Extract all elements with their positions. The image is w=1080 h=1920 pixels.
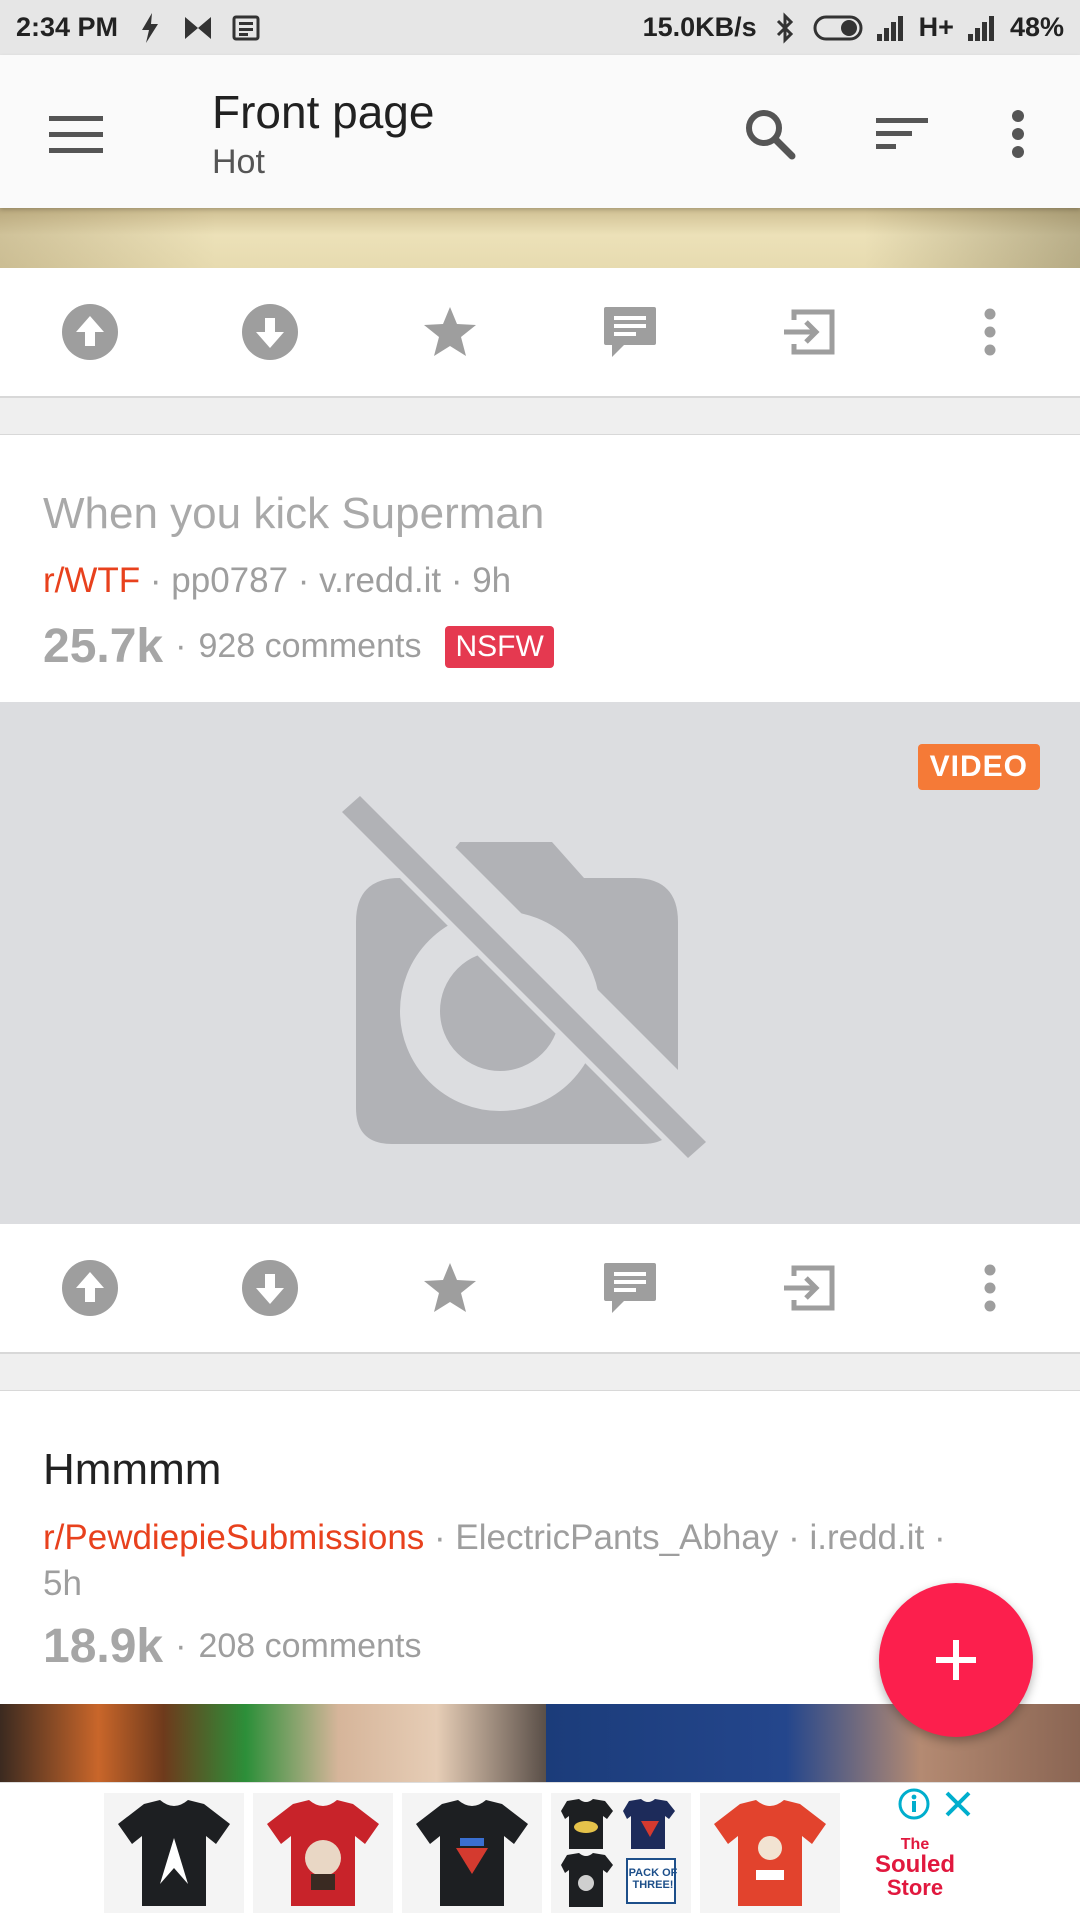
pack-label: PACK OF THREE! (628, 1867, 678, 1892)
comment-count[interactable]: 208 comments (198, 1627, 421, 1666)
tshirt-icon (118, 1800, 230, 1906)
separator-dot: · (175, 1627, 187, 1665)
overflow-menu-button[interactable] (978, 99, 1058, 169)
network-type: H+ (918, 12, 954, 42)
battery-level: 48% (1009, 12, 1064, 42)
post-score: 18.9k (43, 1620, 164, 1673)
post-actions-row (0, 1224, 1080, 1354)
app-bar: Front page Hot (0, 55, 1080, 208)
post-meta: r/WTF · pp0787 · v.redd.it · 9h (43, 561, 511, 601)
plus-icon (936, 1640, 976, 1680)
ad-banner[interactable]: PACK OF THREE! The Souled Store (0, 1782, 1080, 1920)
star-icon (424, 1263, 476, 1312)
post-stats: 25.7k · 928 comments NSFW (43, 619, 554, 674)
post-actions-row (0, 268, 1080, 398)
post-title[interactable]: Hmmmm (43, 1445, 221, 1495)
flash-icon (134, 12, 166, 44)
bluetooth-icon (769, 11, 801, 44)
upvote-button[interactable] (0, 1233, 180, 1343)
post-stats: 18.9k · 208 comments (43, 1619, 421, 1674)
star-icon (424, 307, 476, 356)
comment-icon (604, 1263, 656, 1313)
more-vert-icon (984, 1264, 996, 1312)
downvote-button[interactable] (180, 277, 360, 387)
post-title[interactable]: When you kick Superman (43, 489, 544, 539)
signal-icon (875, 12, 907, 44)
upvote-icon (62, 1260, 118, 1316)
post-meta-details: · ElectricPants_Abhay · i.redd.it · (424, 1518, 946, 1557)
comments-button[interactable] (540, 1233, 720, 1343)
save-button[interactable] (360, 1233, 540, 1343)
tshirt-pack-icon (561, 1799, 676, 1907)
open-icon (784, 1265, 835, 1311)
subreddit-link[interactable]: r/WTF (43, 561, 140, 600)
nsfw-badge: NSFW (445, 625, 554, 668)
ad-product-shirt[interactable] (253, 1793, 393, 1913)
comment-icon (604, 307, 656, 357)
downvote-button[interactable] (180, 1233, 360, 1343)
info-icon (898, 1788, 930, 1820)
sort-button[interactable] (862, 99, 942, 169)
network-speed: 15.0KB/s (642, 12, 757, 42)
ad-product-shirt[interactable] (402, 1793, 542, 1913)
upvote-button[interactable] (0, 277, 180, 387)
tshirt-icon (267, 1800, 379, 1906)
upvote-icon (62, 304, 118, 360)
previous-post-thumbnail[interactable] (0, 208, 1080, 268)
save-button[interactable] (360, 277, 540, 387)
search-button[interactable] (730, 99, 810, 169)
page-subtitle[interactable]: Hot (212, 143, 265, 182)
app-notification-icon (182, 12, 214, 44)
ad-product-pack[interactable]: PACK OF THREE! (551, 1793, 691, 1913)
new-post-fab[interactable] (879, 1583, 1033, 1737)
souled-store-logo[interactable]: The Souled Store (860, 1823, 970, 1913)
menu-button[interactable] (36, 99, 116, 169)
subreddit-link[interactable]: r/PewdiepieSubmissions (43, 1518, 424, 1557)
separator-dot: · (175, 627, 187, 665)
post-age: 5h (43, 1564, 82, 1603)
post-meta: r/PewdiepieSubmissions · ElectricPants_A… (43, 1515, 1043, 1607)
data-saver-icon (813, 12, 863, 44)
sort-icon (876, 118, 928, 149)
downvote-icon (242, 1260, 298, 1316)
post-card[interactable]: When you kick Superman r/WTF · pp0787 · … (0, 434, 1080, 702)
signal-icon-2 (966, 12, 998, 44)
post-thumbnail[interactable]: VIDEO (0, 702, 1080, 1224)
status-time: 2:34 PM (16, 12, 119, 42)
more-vert-icon (984, 308, 996, 356)
status-bar: 2:34 PM 15.0KB/s H+ 48% (0, 0, 1080, 55)
post-score: 25.7k (43, 620, 164, 673)
ad-close-button[interactable] (941, 1787, 975, 1821)
comment-count[interactable]: 928 comments (198, 627, 421, 666)
post-meta-details: · pp0787 · v.redd.it · 9h (140, 561, 512, 600)
page-title: Front page (212, 86, 435, 138)
search-icon (746, 110, 796, 160)
image-unavailable-icon (340, 768, 724, 1158)
video-badge: VIDEO (917, 744, 1040, 790)
screen: 2:34 PM 15.0KB/s H+ 48% Front page Hot W… (0, 0, 1080, 1920)
tshirt-icon (714, 1800, 826, 1906)
post-more-button[interactable] (900, 277, 1080, 387)
open-icon (784, 309, 835, 355)
ad-product-shirt[interactable] (700, 1793, 840, 1913)
menu-icon (49, 116, 103, 153)
close-icon (945, 1791, 971, 1817)
ad-product-shirt[interactable] (104, 1793, 244, 1913)
downvote-icon (242, 304, 298, 360)
more-vert-icon (1012, 110, 1024, 158)
ad-info-button[interactable] (897, 1787, 931, 1821)
open-link-button[interactable] (720, 1233, 900, 1343)
post-more-button[interactable] (900, 1233, 1080, 1343)
thumbnail-left-photo (0, 1704, 546, 1782)
open-link-button[interactable] (720, 277, 900, 387)
tshirt-icon (416, 1800, 528, 1906)
comments-button[interactable] (540, 277, 720, 387)
news-icon (230, 12, 262, 44)
